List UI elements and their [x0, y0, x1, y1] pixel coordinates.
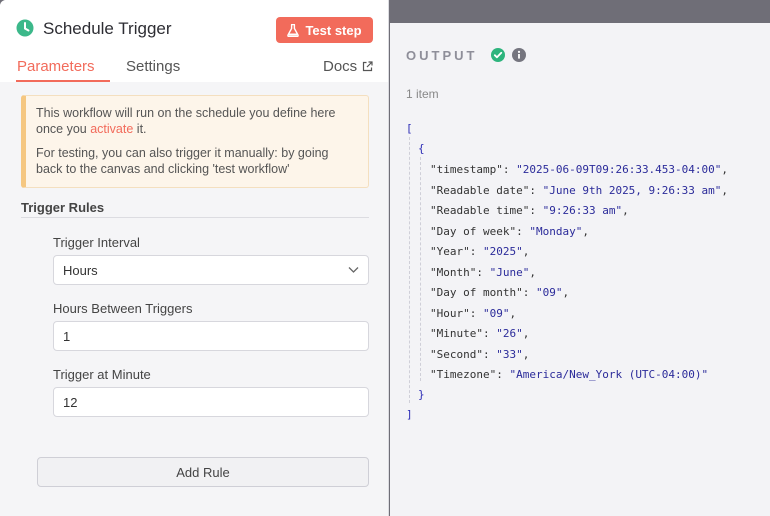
json-key: "Hour" [430, 306, 470, 320]
trigger-minute-label: Trigger at Minute [53, 367, 151, 382]
item-count: 1 item [406, 87, 439, 101]
notice-text-2: For testing, you can also trigger it man… [36, 146, 329, 176]
notice-line1-before: This workflow will run on the schedule y… [36, 106, 336, 136]
external-link-icon [363, 61, 373, 72]
json-key: "Timezone" [430, 368, 497, 381]
trigger-interval-value: Hours [63, 262, 98, 278]
json-colon: : [469, 245, 483, 258]
json-open-brace: { [418, 142, 425, 155]
json-comma: , [721, 163, 729, 176]
json-comma: , [522, 347, 530, 361]
indent-guide [409, 137, 410, 403]
json-value: "09" [483, 306, 510, 320]
info-icon[interactable] [512, 48, 526, 62]
json-comma: , [562, 286, 570, 299]
json-value: "33" [496, 347, 523, 361]
flask-icon [287, 23, 300, 37]
json-colon: : [529, 204, 543, 217]
activation-notice: This workflow will run on the schedule y… [21, 95, 369, 188]
section-divider [21, 217, 369, 218]
tab-settings[interactable]: Settings [126, 58, 180, 75]
json-comma: , [522, 327, 530, 340]
json-comma: , [622, 204, 629, 217]
json-value: "09" [535, 286, 563, 299]
json-value: "9:26:33 am" [542, 204, 623, 217]
json-key: "Month" [430, 265, 477, 279]
success-check-icon [491, 48, 505, 62]
output-panel: OUTPUT 1 item [ { "timestamp": "2025-06-… [390, 23, 770, 516]
json-key: "Second" [430, 347, 483, 361]
json-entry: "timestamp": "2025-06-09T09:26:33.453-04… [430, 162, 728, 178]
json-entry: "Readable time": "9:26:33 am", [430, 203, 629, 219]
json-entry: "Year": "2025", [430, 244, 529, 260]
json-value: "June" [489, 265, 530, 279]
json-value: "America/New_York (UTC-04:00)" [509, 368, 709, 381]
json-key: "Readable time" [430, 204, 530, 217]
json-colon: : [516, 224, 530, 238]
hours-between-input[interactable]: 1 [53, 321, 369, 351]
json-close-bracket: ] [406, 408, 413, 421]
json-colon: : [529, 183, 543, 197]
json-comma: , [529, 265, 536, 279]
json-colon: : [482, 327, 497, 340]
clock-icon [16, 19, 34, 37]
json-key: "Minute" [430, 327, 483, 340]
tab-parameters[interactable]: Parameters [17, 58, 95, 75]
hours-between-value: 1 [63, 328, 71, 344]
json-entry: "Day of month": "09", [430, 285, 569, 301]
json-key: "Day of week" [430, 224, 517, 238]
json-entry: "Second": "33", [430, 347, 529, 363]
panel-header: Schedule Trigger Test step Parameters Se… [0, 0, 388, 82]
json-entry: "Month": "June", [430, 265, 536, 281]
json-colon: : [482, 347, 497, 361]
hours-between-label: Hours Between Triggers [53, 301, 193, 316]
trigger-minute-input[interactable]: 12 [53, 387, 369, 417]
json-colon: : [502, 163, 517, 176]
test-step-label: Test step [305, 22, 362, 38]
notice-text-1: This workflow will run on the schedule y… [36, 105, 358, 137]
json-value: "2025" [483, 245, 523, 258]
parameters-content: This workflow will run on the schedule y… [0, 82, 388, 516]
json-comma: , [509, 306, 517, 320]
json-close-brace: } [418, 388, 425, 401]
indent-guide [420, 157, 421, 381]
json-entry: "Minute": "26", [430, 326, 529, 342]
json-colon: : [476, 265, 490, 279]
trigger-minute-value: 12 [63, 394, 78, 410]
output-title: OUTPUT [406, 48, 478, 63]
chevron-down-icon [348, 267, 359, 273]
notice-line1-after: it. [133, 122, 147, 136]
add-rule-button[interactable]: Add Rule [37, 457, 369, 487]
json-entry: "Timezone": "America/New_York (UTC-04:00… [430, 367, 708, 383]
json-key: "Readable date" [430, 183, 530, 197]
node-title: Schedule Trigger [43, 19, 172, 38]
trigger-rules-title: Trigger Rules [21, 200, 105, 215]
activate-link[interactable]: activate [90, 122, 133, 136]
trigger-interval-select[interactable]: Hours [53, 255, 369, 285]
json-value: "2025-06-09T09:26:33.453-04:00" [516, 163, 722, 176]
json-comma: , [522, 245, 530, 258]
json-entry: "Readable date": "June 9th 2025, 9:26:33… [430, 183, 728, 199]
json-comma: , [721, 183, 729, 197]
json-open-bracket: [ [406, 122, 413, 135]
json-value: "26" [496, 327, 523, 340]
json-colon: : [522, 286, 536, 299]
json-key: "Year" [430, 245, 470, 258]
json-entry: "Hour": "09", [430, 306, 516, 322]
json-colon: : [469, 306, 483, 320]
json-key: "Day of month" [430, 286, 523, 299]
test-step-button[interactable]: Test step [276, 17, 373, 43]
json-colon: : [496, 368, 510, 381]
json-value: "Monday" [529, 224, 583, 238]
json-comma: , [582, 224, 589, 238]
docs-label: Docs [323, 58, 358, 75]
json-key: "timestamp" [430, 163, 503, 176]
trigger-interval-label: Trigger Interval [53, 235, 140, 250]
json-entry: "Day of week": "Monday", [430, 224, 589, 240]
docs-link[interactable]: Docs [323, 58, 373, 75]
node-parameters-panel: Schedule Trigger Test step Parameters Se… [0, 0, 389, 516]
json-value: "June 9th 2025, 9:26:33 am" [542, 183, 722, 197]
